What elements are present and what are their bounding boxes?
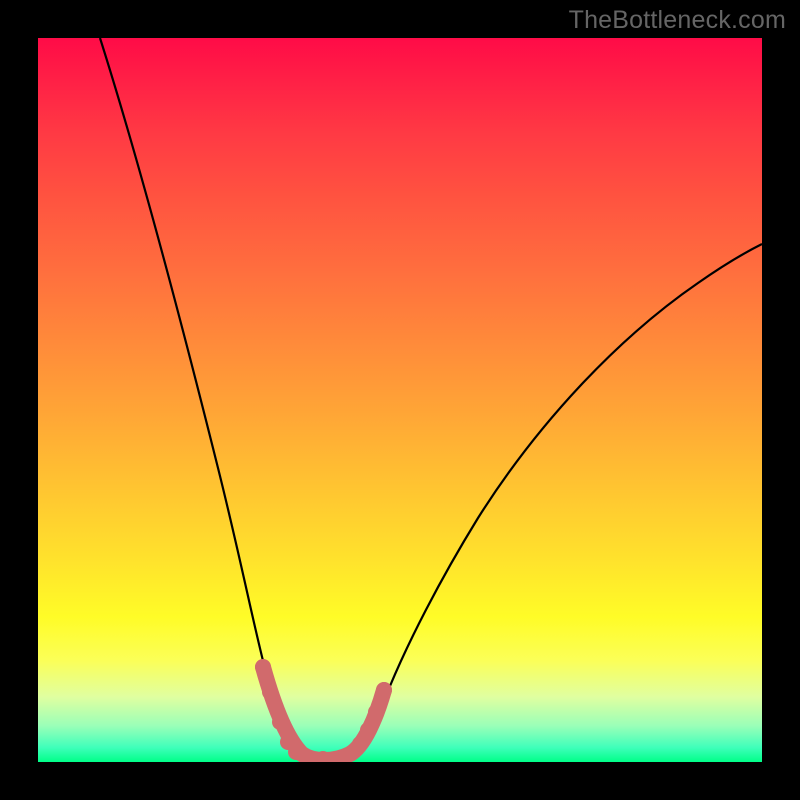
plot-area xyxy=(38,38,762,762)
bottleneck-curve-left xyxy=(100,38,328,760)
bottleneck-curve-right xyxy=(328,244,762,760)
watermark-text: TheBottleneck.com xyxy=(569,6,786,35)
chart-frame: TheBottleneck.com xyxy=(0,0,800,800)
curve-layer xyxy=(38,38,762,762)
